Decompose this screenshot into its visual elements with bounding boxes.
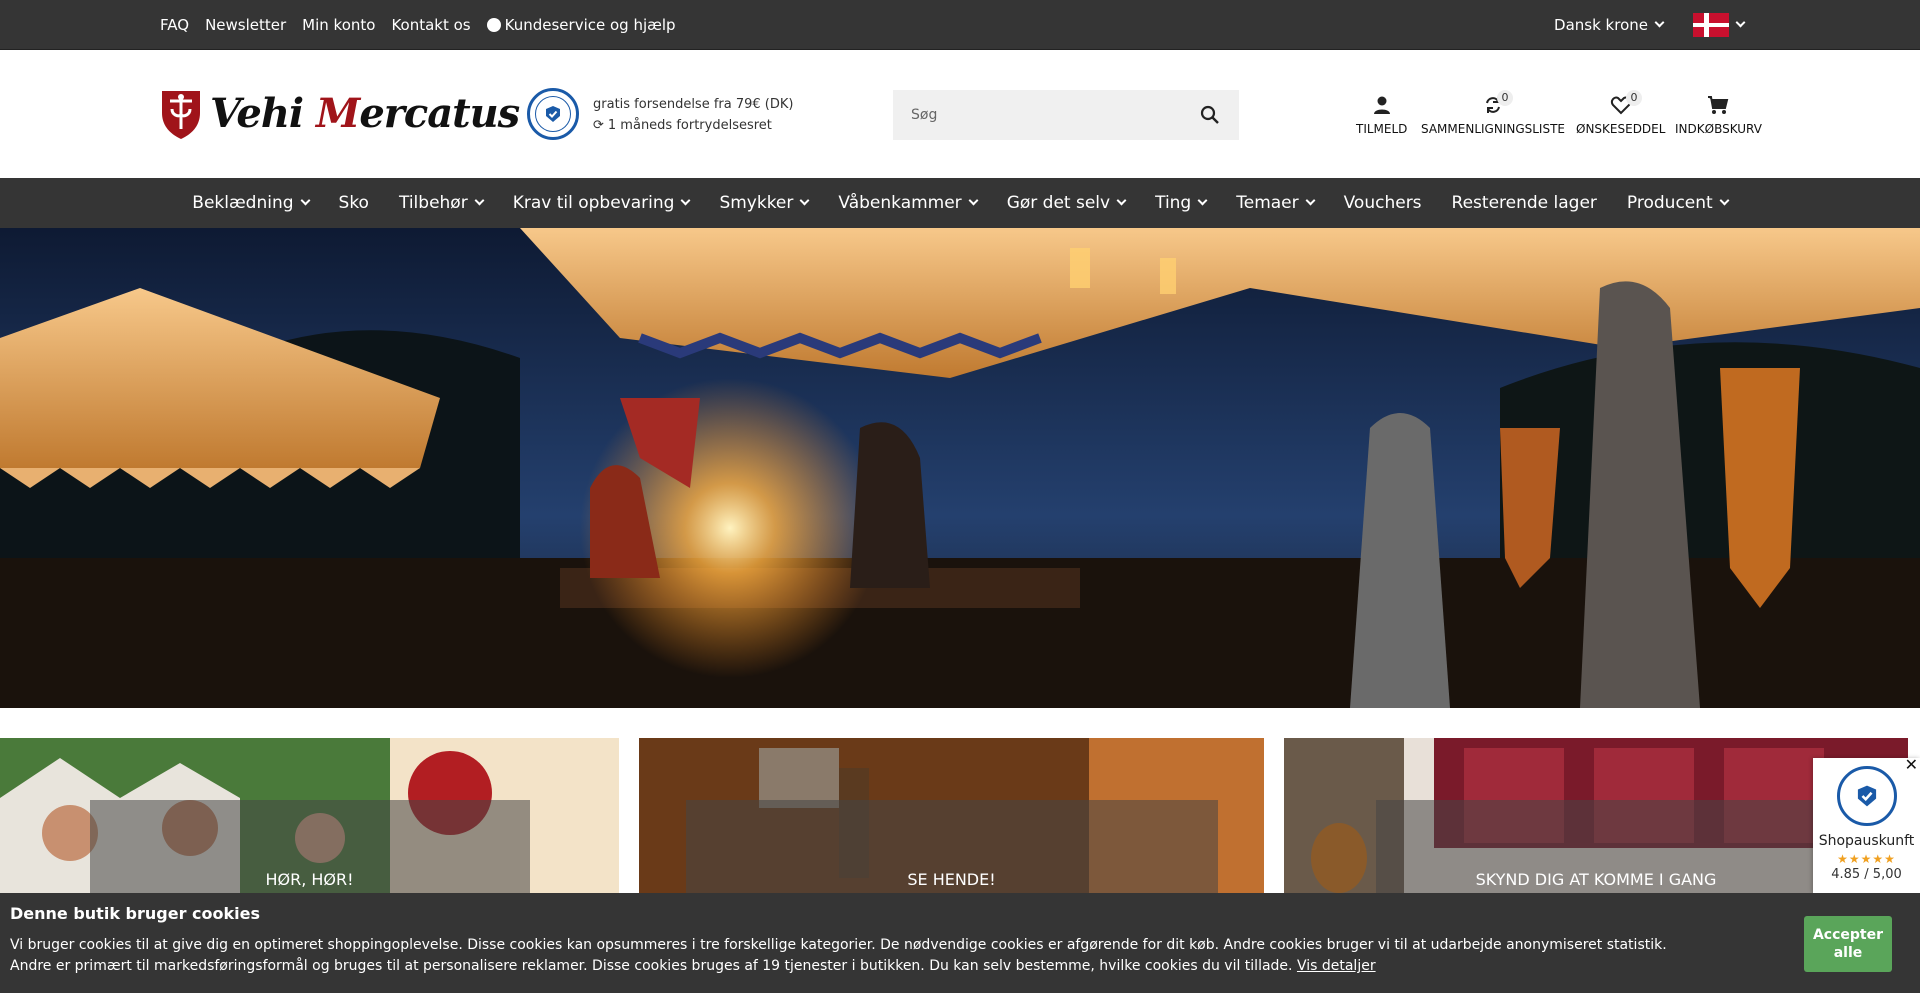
nav-item-clothing[interactable]: Beklædning: [177, 193, 323, 213]
newsletter-link[interactable]: Newsletter: [205, 16, 286, 34]
chevron-down-icon: [1305, 195, 1316, 205]
shipping-info: gratis forsendelse fra 79€ (DK) ⟳ 1 måne…: [593, 94, 793, 136]
chevron-down-icon: [1116, 195, 1127, 205]
nav-item-themes[interactable]: Temaer: [1221, 193, 1328, 213]
site-header: Vehi Mercatus gratis forsendelse fra 79€…: [0, 50, 1920, 178]
logo[interactable]: Vehi Mercatus: [158, 84, 520, 142]
shield-check-icon: [1857, 785, 1876, 807]
nav-item-armory[interactable]: Våbenkammer: [823, 193, 991, 213]
chevron-down-icon: [799, 195, 810, 205]
nav-item-accessories[interactable]: Tilbehør: [384, 193, 498, 213]
compare-button[interactable]: 0 SAMMENLIGNINGSLISTE: [1421, 90, 1565, 136]
cookie-banner: Denne butik bruger cookies Vi bruger coo…: [0, 893, 1920, 993]
wishlist-count: 0: [1626, 90, 1642, 106]
shopauskunft-badge-icon: [1836, 766, 1897, 826]
search-icon[interactable]: [1199, 104, 1221, 126]
currency-label: Dansk krone: [1554, 16, 1648, 34]
accept-all-cookies-button[interactable]: Accepter alle: [1804, 916, 1892, 972]
my-account-link[interactable]: Min konto: [302, 16, 375, 34]
return-policy-text: 1 måneds fortrydelsesret: [607, 118, 772, 133]
chevron-down-icon: [1654, 17, 1665, 27]
cookie-text: Vi bruger cookies til at give dig en opt…: [10, 935, 1710, 977]
rating-score: 4.85 / 5,00: [1831, 867, 1902, 882]
compare-label: SAMMENLIGNINGSLISTE: [1421, 122, 1565, 136]
nav-item-shoes[interactable]: Sko: [324, 193, 384, 213]
chevron-down-icon: [474, 195, 485, 205]
search-bar: [893, 90, 1239, 140]
chevron-down-icon: [1735, 17, 1746, 27]
compare-count: 0: [1497, 90, 1513, 106]
login-button[interactable]: TILMELD: [1356, 94, 1407, 136]
shopauskunft-rating-widget[interactable]: ✕ Shopauskunft ★★★★★ 4.85 / 5,00: [1813, 755, 1920, 893]
rating-provider-name: Shopauskunft: [1818, 833, 1915, 849]
tile-label-start: SKYND DIG AT KOMME I GANG: [1376, 800, 1816, 893]
help-icon: ✕: [486, 18, 501, 32]
promo-tile-look[interactable]: SE HENDE!: [639, 738, 1264, 893]
chevron-down-icon: [1719, 195, 1730, 205]
hero-banner[interactable]: [0, 228, 1920, 708]
wishlist-label: ØNSKESEDDEL: [1576, 122, 1666, 136]
wishlist-button[interactable]: 0 ØNSKESEDDEL: [1576, 90, 1666, 136]
customer-service-label: Kundeservice og hjælp: [504, 16, 676, 34]
free-shipping-text: gratis forsendelse fra 79€ (DK): [593, 97, 794, 112]
logo-emblem-icon: [162, 91, 200, 139]
main-nav: Beklædning Sko Tilbehør Krav til opbevar…: [0, 178, 1920, 228]
cart-label: INDKØBSKURV: [1675, 122, 1762, 136]
chevron-down-icon: [968, 195, 979, 205]
nav-item-diy[interactable]: Gør det selv: [992, 193, 1140, 213]
user-icon: [1373, 96, 1390, 114]
nav-item-vouchers[interactable]: Vouchers: [1329, 193, 1437, 213]
hero-image: [0, 228, 1920, 708]
shopauskunft-badge[interactable]: [527, 88, 579, 140]
top-links: FAQ Newsletter Min konto Kontakt os ✕ Ku…: [160, 0, 676, 50]
nav-item-manufacturer[interactable]: Producent: [1612, 193, 1743, 213]
logo-text: Vehi Mercatus: [210, 89, 520, 137]
chevron-down-icon: [680, 195, 691, 205]
refresh-icon: ⟳: [593, 118, 604, 133]
cart-button[interactable]: INDKØBSKURV: [1675, 94, 1762, 136]
login-label: TILMELD: [1356, 122, 1408, 136]
cookie-description: Vi bruger cookies til at give dig en opt…: [10, 937, 1667, 974]
faq-link[interactable]: FAQ: [160, 16, 189, 34]
chevron-down-icon: [300, 195, 310, 205]
nav-item-things[interactable]: Ting: [1140, 193, 1221, 213]
rating-stars: ★★★★★: [1837, 852, 1896, 866]
language-selector[interactable]: [1693, 13, 1746, 37]
nav-item-storage[interactable]: Krav til opbevaring: [498, 193, 705, 213]
shield-check-icon: [546, 106, 560, 122]
search-input[interactable]: [911, 107, 1199, 123]
cart-icon: [1708, 96, 1729, 114]
currency-selector[interactable]: Dansk krone: [1554, 16, 1665, 34]
nav-item-jewelry[interactable]: Smykker: [704, 193, 823, 213]
chevron-down-icon: [1197, 195, 1208, 205]
nav-item-remaining-stock[interactable]: Resterende lager: [1437, 193, 1612, 213]
cookie-title: Denne butik bruger cookies: [10, 904, 260, 923]
cookie-details-link[interactable]: Vis detaljer: [1297, 958, 1376, 974]
close-icon[interactable]: ✕: [1905, 755, 1918, 774]
contact-link[interactable]: Kontakt os: [391, 16, 470, 34]
promo-tile-news[interactable]: HØR, HØR!: [0, 738, 619, 893]
tile-label-look: SE HENDE!: [685, 800, 1218, 893]
customer-service-link[interactable]: ✕ Kundeservice og hjælp: [486, 16, 676, 34]
denmark-flag-icon: [1693, 13, 1729, 37]
tile-label-news: HØR, HØR!: [89, 800, 530, 893]
top-bar: FAQ Newsletter Min konto Kontakt os ✕ Ku…: [0, 0, 1920, 50]
